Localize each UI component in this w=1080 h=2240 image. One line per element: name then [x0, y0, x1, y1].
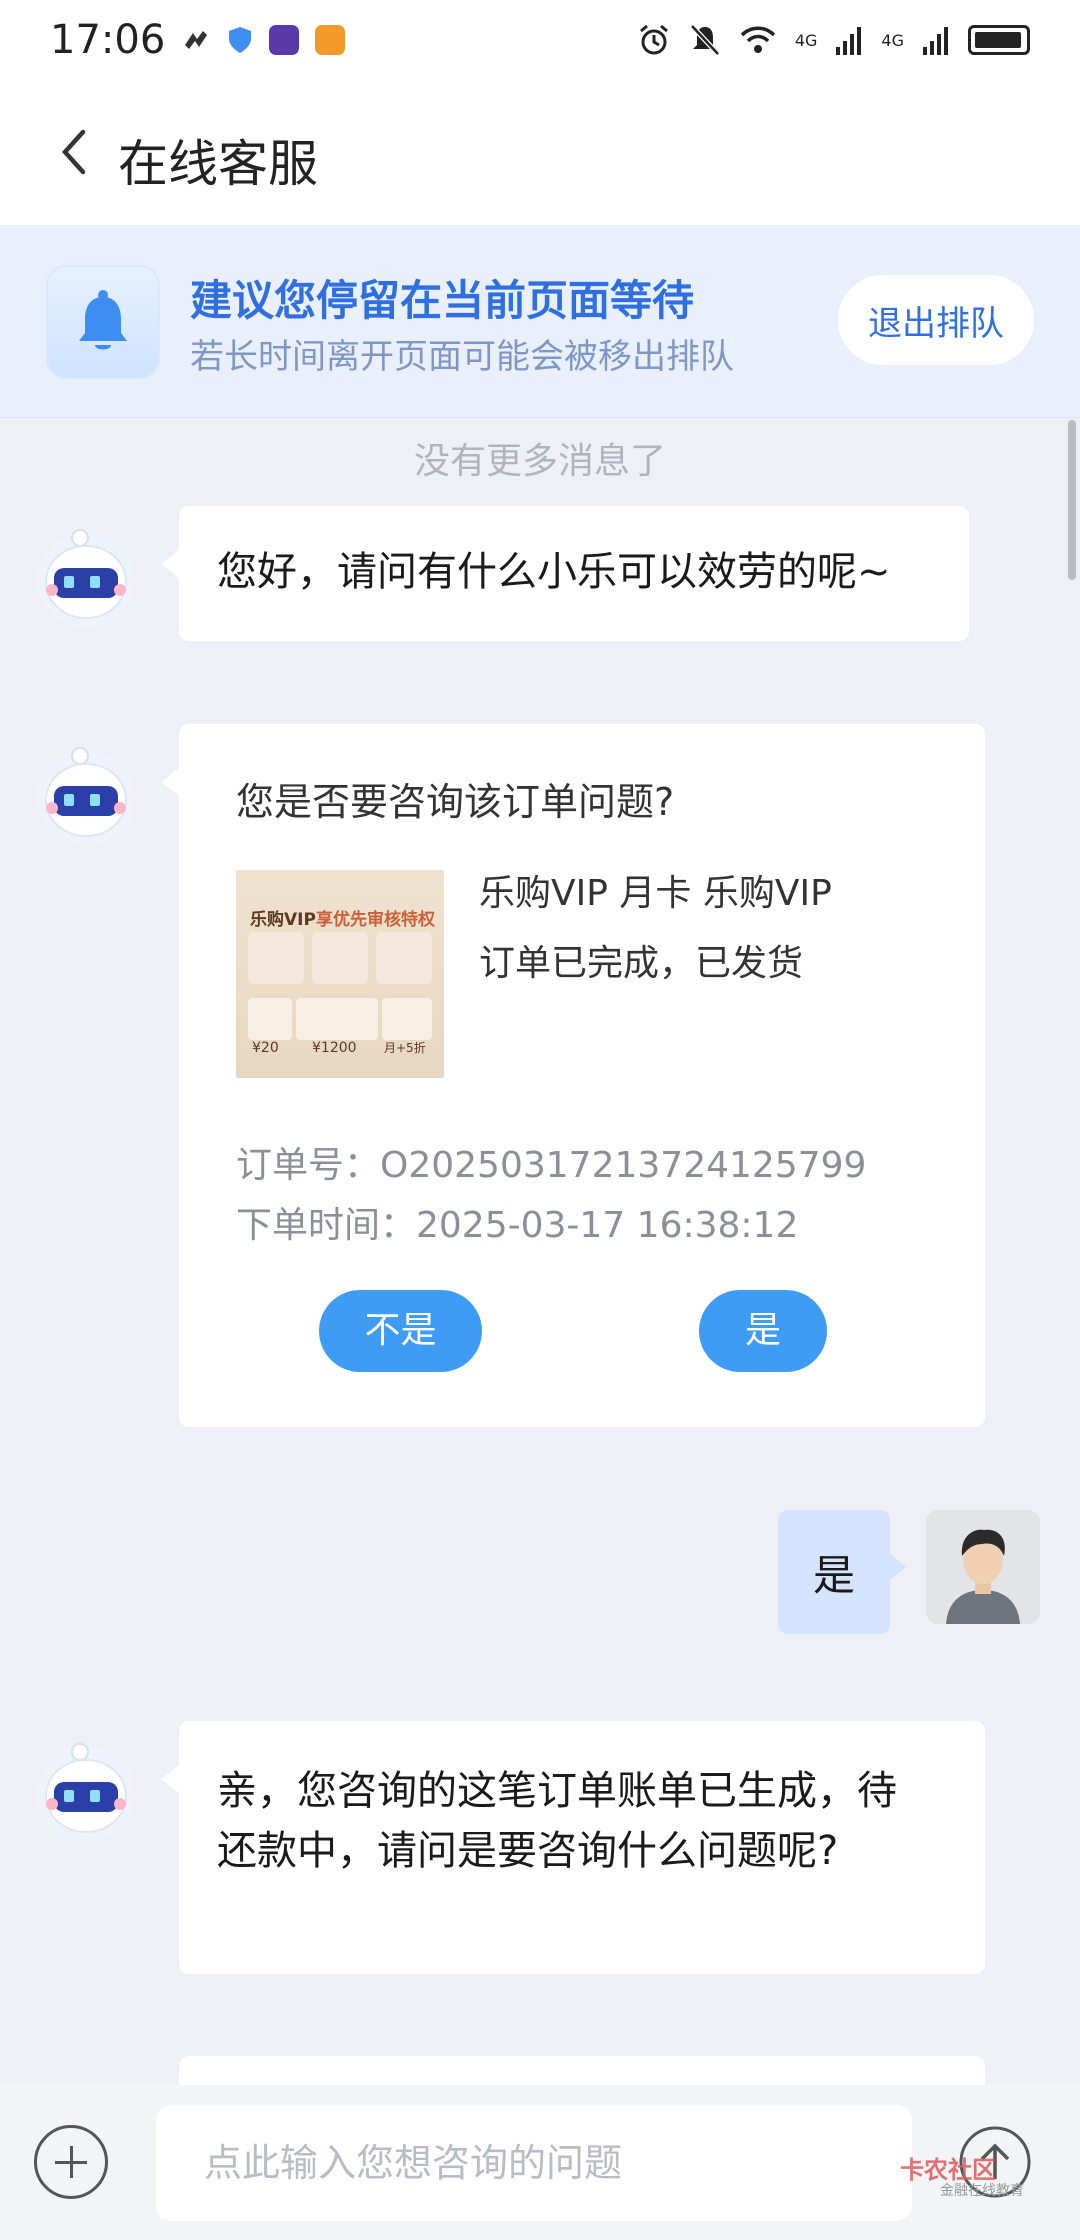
user-reply-bubble: 是 [778, 1510, 906, 1634]
bot-avatar [38, 747, 134, 846]
status-bar: 17:06 4G 4G [0, 0, 1080, 80]
bot-reply-bubble: 亲，您咨询的这笔订单账单已生成，待还款中，请问是要咨询什么问题呢? [161, 1721, 985, 1974]
no-button[interactable]: 不是 [319, 1290, 482, 1372]
shield-icon [229, 27, 252, 53]
user-avatar [926, 1510, 1040, 1624]
status-bar-left: 17:06 [50, 17, 346, 63]
orange-app-icon [315, 25, 346, 55]
product-name: 乐购VIP 月卡 乐购VIP [479, 873, 832, 914]
leave-queue-button[interactable]: 退出排队 [838, 275, 1034, 365]
status-time: 17:06 [50, 17, 166, 63]
thumb-tile [312, 932, 368, 984]
signal-label-1: 4G [794, 30, 818, 50]
no-more-messages: 没有更多消息了 [413, 441, 666, 482]
order-status: 订单已完成，已发货 [479, 943, 804, 984]
banner-subtitle: 若长时间离开页面可能会被移出排队 [190, 337, 734, 377]
signal-icon-2 [923, 27, 948, 55]
bell-icon [79, 290, 127, 350]
page-title: 在线客服 [118, 135, 318, 193]
thumb-value-box: 月+5折 [382, 998, 432, 1055]
thumb-tile [376, 932, 432, 984]
app-header: 在线客服 [0, 80, 1080, 225]
back-arrow-icon[interactable] [55, 122, 95, 182]
user-reply-text: 是 [812, 1550, 855, 1600]
status-bar-right: 4G 4G [637, 23, 1030, 57]
reply-text: 亲，您咨询的这笔订单账单已生成，待还款中，请问是要咨询什么问题呢? [217, 1768, 897, 1874]
plus-icon[interactable] [34, 2125, 108, 2199]
bot-greeting-bubble: 您好，请问有什么小乐可以效劳的呢~ [161, 506, 969, 641]
scrollbar[interactable] [1068, 420, 1076, 580]
queue-banner: 建议您停留在当前页面等待 若长时间离开页面可能会被移出排队 退出排队 [0, 225, 1080, 418]
wifi-icon [740, 26, 776, 53]
watermark-subtitle: 金融在线教育 [940, 2183, 1024, 2199]
order-question: 您是否要咨询该订单问题? [236, 780, 675, 824]
greeting-text: 您好，请问有什么小乐可以效劳的呢~ [217, 549, 891, 595]
banner-title: 建议您停留在当前页面等待 [190, 276, 695, 325]
bot-avatar [38, 529, 134, 628]
product-thumbnail[interactable]: 乐购VIP享优先审核特权 ¥20 ¥1200 月+5折 [236, 870, 444, 1078]
thumb-value-box: ¥1200 [296, 998, 378, 1056]
signal-icon-1 [836, 27, 862, 55]
battery-icon [968, 25, 1030, 55]
alarm-icon [639, 24, 668, 55]
order-time: 下单时间：2025-03-17 16:38:12 [236, 1205, 799, 1246]
thumb-tile [248, 932, 304, 984]
bell-badge [46, 265, 160, 379]
sticker-app-icon [269, 25, 300, 55]
bot-avatar [38, 1743, 134, 1842]
order-card-bubble: 您是否要咨询该订单问题? 乐购VIP享优先审核特权 ¥20 ¥1200 月+5折… [161, 724, 985, 1427]
thumb-value-box: ¥20 [248, 998, 292, 1056]
app-notification-icon [185, 31, 208, 49]
mute-bell-icon [690, 24, 720, 56]
question-input[interactable] [156, 2105, 912, 2221]
order-number: 订单号：O20250317213724125799 [236, 1145, 867, 1186]
signal-label-2: 4G [881, 30, 904, 50]
yes-button[interactable]: 是 [699, 1290, 827, 1372]
